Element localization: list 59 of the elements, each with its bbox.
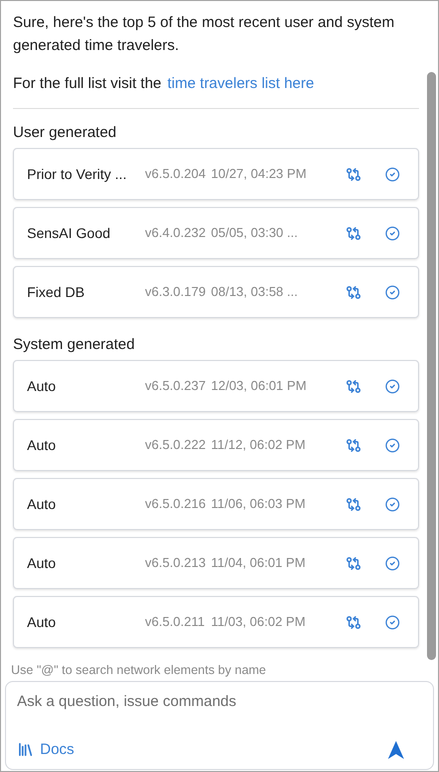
check-circle-icon[interactable] xyxy=(385,226,400,240)
time-text: 11/12, 06:02 PM xyxy=(211,436,306,454)
time-traveler-card[interactable]: Auto v6.5.0.222 11/12, 06:02 PM xyxy=(13,419,419,471)
check-circle-icon[interactable] xyxy=(385,166,400,182)
time-text: 10/27, 04:23 PM xyxy=(211,165,308,184)
time-text: 05/05, 03:30 ... xyxy=(211,224,299,242)
version-text: v6.5.0.237 xyxy=(145,377,207,396)
send-button[interactable] xyxy=(388,740,404,759)
time-traveler-card[interactable]: Auto v6.5.0.213 11/04, 06:01 PM xyxy=(13,537,419,589)
check-circle-icon[interactable] xyxy=(385,438,400,452)
version-text: v6.5.0.211 xyxy=(145,613,206,632)
traveler-name: Auto xyxy=(27,436,57,454)
version-text: v6.5.0.204 xyxy=(145,165,207,184)
time-text: 12/03, 06:01 PM xyxy=(211,377,308,396)
time-traveler-card[interactable]: SensAI Good v6.4.0.232 05/05, 03:30 ... xyxy=(13,207,419,259)
compare-arrows-icon[interactable] xyxy=(346,226,361,240)
version-text: v6.5.0.216 xyxy=(145,495,207,514)
traveler-name: Auto xyxy=(27,494,57,514)
time-text: 11/04, 06:01 PM xyxy=(211,554,306,572)
time-traveler-card[interactable]: Auto v6.5.0.211 11/03, 06:02 PM xyxy=(13,596,419,648)
time-traveler-card[interactable]: Auto v6.5.0.216 11/06, 06:03 PM xyxy=(13,478,419,530)
compare-arrows-icon[interactable] xyxy=(346,284,361,300)
version-text: v6.4.0.232 xyxy=(145,224,207,242)
time-text: 08/13, 03:58 ... xyxy=(211,283,299,302)
check-circle-icon[interactable] xyxy=(385,556,400,570)
traveler-name: Auto xyxy=(27,554,57,572)
list-link[interactable]: time travelers list here xyxy=(167,72,314,95)
section-heading: System generated xyxy=(13,335,136,355)
message-text: For the full list visit the xyxy=(13,74,162,94)
time-text: 11/03, 06:02 PM xyxy=(211,613,306,632)
compare-arrows-icon[interactable] xyxy=(346,496,361,512)
version-text: v6.5.0.222 xyxy=(145,436,207,454)
time-traveler-card[interactable]: Fixed DB v6.3.0.179 08/13, 03:58 ... xyxy=(13,266,419,318)
compare-arrows-icon[interactable] xyxy=(346,438,361,452)
version-text: v6.5.0.213 xyxy=(145,554,207,572)
time-traveler-card[interactable]: Auto v6.5.0.237 12/03, 06:01 PM xyxy=(13,360,419,412)
compare-arrows-icon[interactable] xyxy=(346,556,361,570)
compare-arrows-icon[interactable] xyxy=(346,378,361,394)
check-circle-icon[interactable] xyxy=(385,614,400,630)
scrollbar[interactable] xyxy=(427,72,436,660)
docs-button[interactable]: Docs xyxy=(17,738,74,761)
check-circle-icon[interactable] xyxy=(385,496,400,512)
question-input[interactable]: Ask a question, issue commands xyxy=(17,691,422,714)
time-text: 11/06, 06:03 PM xyxy=(211,495,306,514)
compare-arrows-icon[interactable] xyxy=(346,614,361,630)
message-text: Sure, here's the top 5 of the most recent user and system generated time travelers. xyxy=(13,13,396,56)
check-circle-icon[interactable] xyxy=(385,284,400,300)
traveler-name: SensAI Good xyxy=(27,224,112,242)
books-icon xyxy=(17,741,34,758)
traveler-name: Prior to Verity ... xyxy=(27,164,128,184)
hint-text: Use "@" to search network elements by name xyxy=(10,662,268,678)
traveler-name: Auto xyxy=(27,612,57,632)
traveler-name: Fixed DB xyxy=(27,282,86,302)
compare-arrows-icon[interactable] xyxy=(346,166,361,182)
check-circle-icon[interactable] xyxy=(385,378,400,394)
time-traveler-card[interactable]: Prior to Verity ... v6.5.0.204 10/27, 04:23 PM xyxy=(13,148,419,200)
version-text: v6.3.0.179 xyxy=(145,283,207,302)
traveler-name: Auto xyxy=(27,376,57,396)
section-heading: User generated xyxy=(13,123,118,143)
